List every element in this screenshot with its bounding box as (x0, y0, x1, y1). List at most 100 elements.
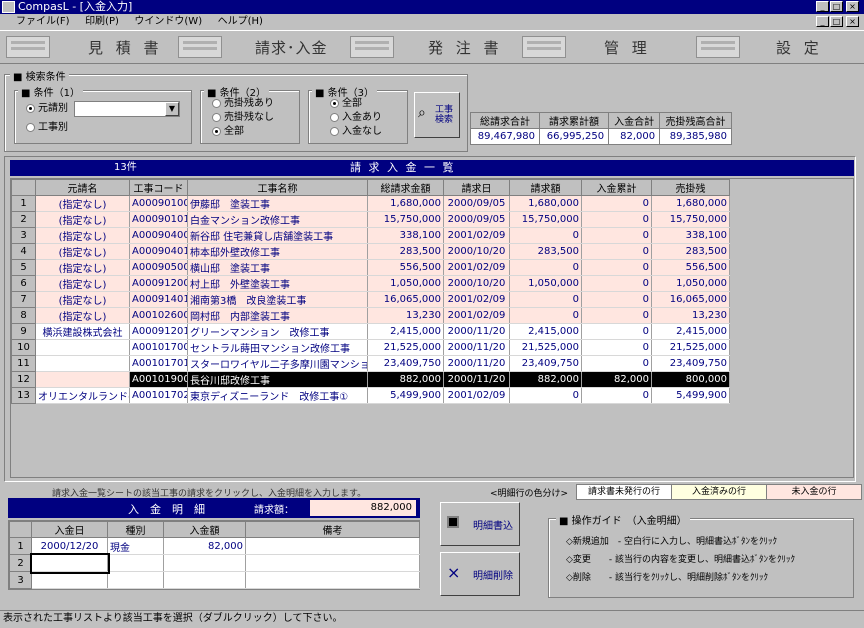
radio-payment-all[interactable]: 全部 (330, 97, 362, 111)
table-row[interactable]: 12 A00101900 長谷川邸改修工事 882,000 2000/11/20 882,… (11, 371, 730, 388)
col-balance[interactable]: 売掛残 (651, 179, 730, 196)
table-row[interactable]: 11A00101701スターロワイヤル二子多摩川園マンション改23,409,75… (11, 355, 730, 372)
cell-paid[interactable]: 0 (581, 259, 652, 276)
cell-code[interactable]: A00102600 (129, 307, 188, 324)
nav-management[interactable]: 管 理 (604, 31, 651, 65)
cell-paid[interactable]: 82,000 (581, 371, 652, 388)
cell-billed[interactable]: 0 (509, 259, 582, 276)
col-billed[interactable]: 請求額 (509, 179, 582, 196)
cell-date[interactable]: 2000/10/20 (443, 275, 510, 292)
detail-col-date[interactable]: 入金日 (31, 521, 108, 538)
cell-balance[interactable]: 13,230 (651, 307, 730, 324)
cell-billed[interactable]: 1,680,000 (509, 195, 582, 212)
radio-payment-yes[interactable]: 入金あり (330, 111, 382, 125)
cell-billed[interactable]: 283,500 (509, 243, 582, 260)
cell-client[interactable]: 横浜建設株式会社 (35, 323, 130, 340)
cell-client[interactable] (35, 339, 130, 356)
cell-date[interactable]: 2000/09/05 (443, 211, 510, 228)
col-client[interactable]: 元請名 (35, 179, 130, 196)
table-row[interactable]: 8 (指定なし) A00102600 岡村邸 内部塗装工事 13,230 2001/02/… (11, 307, 730, 324)
cell-code[interactable]: A00090401 (129, 243, 188, 260)
nav-estimate[interactable]: 見 積 書 (88, 31, 163, 65)
cell-code[interactable]: A00090400 (129, 227, 188, 244)
menu-help[interactable]: ヘルプ(H) (218, 16, 263, 27)
cell-name[interactable]: 柿本邸外壁改修工事 (187, 243, 368, 260)
row-number[interactable]: 3 (11, 227, 36, 244)
cell-date[interactable]: 2001/02/09 (443, 387, 510, 404)
detail-cell-note[interactable] (245, 537, 420, 555)
cell-date[interactable]: 2000/11/20 (443, 323, 510, 340)
cell-total[interactable]: 16,065,000 (367, 291, 444, 308)
cell-name[interactable]: スターロワイヤル二子多摩川園マンション改 (187, 355, 368, 372)
cell-name[interactable]: 横山邸 塗装工事 (187, 259, 368, 276)
cell-total[interactable]: 13,230 (367, 307, 444, 324)
settings-icon[interactable] (696, 36, 740, 58)
cell-code[interactable]: A00091401 (129, 291, 188, 308)
detail-cell-amount[interactable] (163, 571, 246, 589)
cell-name[interactable]: セントラル蒔田マンション改修工事 (187, 339, 368, 356)
cell-balance[interactable]: 2,415,000 (651, 323, 730, 340)
cell-client[interactable]: (指定なし) (35, 291, 130, 308)
cell-billed[interactable]: 0 (509, 307, 582, 324)
row-number[interactable]: 12 (11, 371, 36, 388)
cell-billed[interactable]: 21,525,000 (509, 339, 582, 356)
write-detail-button[interactable]: 明細書込 (440, 502, 520, 546)
cell-client[interactable]: オリエンタルランド(株) (35, 387, 130, 404)
nav-order[interactable]: 発 注 書 (428, 31, 503, 65)
col-total[interactable]: 総請求金額 (367, 179, 444, 196)
cell-code[interactable]: A00101701 (129, 355, 188, 372)
row-number[interactable]: 4 (11, 243, 36, 260)
nav-settings[interactable]: 設 定 (776, 31, 823, 65)
invoice-icon[interactable] (178, 36, 222, 58)
detail-cell-type[interactable]: 現金 (107, 537, 164, 555)
cell-name[interactable]: 新谷邸 住宅兼貸し店舗塗装工事 (187, 227, 368, 244)
cell-date[interactable]: 2000/10/20 (443, 243, 510, 260)
delete-detail-button[interactable]: × 明細削除 (440, 552, 520, 596)
cell-date[interactable]: 2001/02/09 (443, 307, 510, 324)
cell-code[interactable]: A00091201 (129, 323, 188, 340)
estimate-icon[interactable] (6, 36, 50, 58)
cell-balance[interactable]: 15,750,000 (651, 211, 730, 228)
cell-billed[interactable]: 1,050,000 (509, 275, 582, 292)
cell-total[interactable]: 1,680,000 (367, 195, 444, 212)
cell-balance[interactable]: 23,409,750 (651, 355, 730, 372)
cell-code[interactable]: A00101700 (129, 339, 188, 356)
detail-row[interactable]: 2 (9, 552, 420, 574)
project-search-button[interactable]: ⌕ 工事検索 (414, 92, 460, 138)
detail-cell-amount[interactable]: 82,000 (163, 537, 246, 555)
radio-receivable-all[interactable]: 全部 (212, 125, 244, 139)
detail-cell-date[interactable]: 2000/12/20 (31, 537, 108, 555)
cell-date[interactable]: 2000/11/20 (443, 355, 510, 372)
cell-paid[interactable]: 0 (581, 275, 652, 292)
cell-date[interactable]: 2001/02/09 (443, 227, 510, 244)
cell-client[interactable]: (指定なし) (35, 275, 130, 292)
cell-client[interactable] (35, 355, 130, 372)
minimize-button[interactable]: _ (816, 1, 829, 12)
row-number[interactable]: 7 (11, 291, 36, 308)
cell-total[interactable]: 556,500 (367, 259, 444, 276)
cell-date[interactable]: 2000/11/20 (443, 371, 510, 388)
cell-client[interactable]: (指定なし) (35, 259, 130, 276)
management-icon[interactable] (522, 36, 566, 58)
detail-row[interactable]: 3 (9, 571, 420, 589)
row-number[interactable]: 9 (11, 323, 36, 340)
row-number[interactable]: 13 (11, 387, 36, 404)
col-paid[interactable]: 入金累計 (581, 179, 652, 196)
cell-code[interactable]: A00090100 (129, 195, 188, 212)
cell-billed[interactable]: 15,750,000 (509, 211, 582, 228)
table-row[interactable]: 13オリエンタルランド(株)A00101702東京ディズニーランド 改修工事①5… (11, 387, 730, 404)
cell-code[interactable]: A00091200 (129, 275, 188, 292)
radio-by-project[interactable]: 工事別 (26, 121, 68, 135)
cell-paid[interactable]: 0 (581, 243, 652, 260)
table-row[interactable]: 5 (指定なし) A00090500 横山邸 塗装工事 556,500 2001/02/0… (11, 259, 730, 276)
cell-paid[interactable]: 0 (581, 211, 652, 228)
cell-client[interactable]: (指定なし) (35, 195, 130, 212)
menu-file[interactable]: ファイル(F) (16, 16, 70, 27)
cell-date[interactable]: 2000/11/20 (443, 339, 510, 356)
table-row[interactable]: 9 横浜建設株式会社 A00091201 グリーンマンション 改修工事 2,415,00… (11, 323, 730, 340)
close-button[interactable]: × (846, 1, 859, 12)
row-number[interactable]: 10 (11, 339, 36, 356)
detail-cell-note[interactable] (245, 554, 420, 572)
row-number[interactable]: 1 (11, 195, 36, 212)
cell-name[interactable]: 伊藤邸 塗装工事 (187, 195, 368, 212)
